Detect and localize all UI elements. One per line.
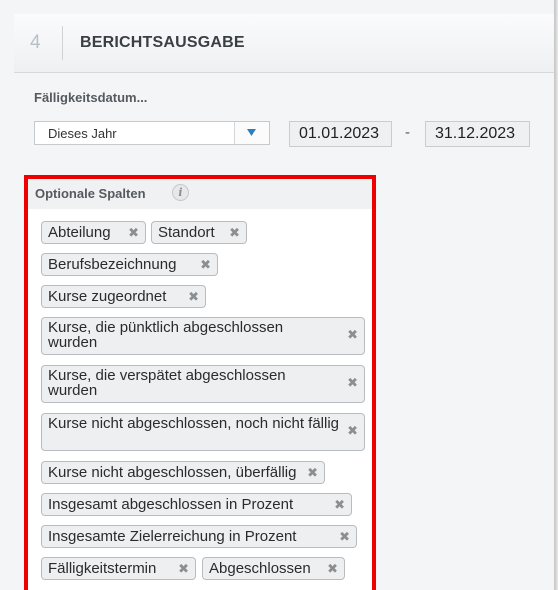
tag-label: Berufsbezeichnung bbox=[48, 256, 177, 273]
optional-columns-label: Optionale Spalten bbox=[35, 186, 146, 201]
remove-tag-icon[interactable]: ✖ bbox=[347, 375, 358, 390]
tag-label: Standort bbox=[158, 224, 215, 241]
remove-tag-icon[interactable]: ✖ bbox=[307, 462, 318, 483]
due-date-label: Fälligkeitsdatum... bbox=[34, 90, 148, 105]
column-tag: Kurse, die pünktlich abgeschlossen wurde… bbox=[41, 317, 365, 355]
tag-label: Kurse, die pünktlich abgeschlossen wurde… bbox=[48, 319, 284, 351]
report-output-panel: 4 BERICHTSAUSGABE Fälligkeitsdatum... Di… bbox=[0, 0, 555, 590]
remove-tag-icon[interactable]: ✖ bbox=[200, 254, 211, 275]
optional-columns-box: Optionale Spalten i Abteilung ✖ Standort… bbox=[24, 175, 376, 590]
header-divider bbox=[62, 26, 63, 60]
end-date-field[interactable]: 31.12.2023 bbox=[425, 121, 530, 147]
tag-label: Insgesamt abgeschlossen in Prozent bbox=[48, 496, 294, 513]
remove-tag-icon[interactable]: ✖ bbox=[334, 494, 345, 515]
column-tag: Berufsbezeichnung ✖ bbox=[41, 253, 218, 276]
section-header: 4 BERICHTSAUSGABE bbox=[14, 14, 554, 73]
column-tag: Fälligkeitstermin ✖ bbox=[41, 557, 196, 580]
tag-label: Kurse nicht abgeschlossen, überfällig bbox=[48, 464, 297, 481]
column-tag: Kurse zugeordnet ✖ bbox=[41, 285, 206, 308]
column-tag: Insgesamte Zielerreichung in Prozent ✖ bbox=[41, 525, 357, 548]
date-range-value: Dieses Jahr bbox=[48, 126, 117, 141]
start-date-field[interactable]: 01.01.2023 bbox=[289, 121, 392, 147]
column-tag: Kurse nicht abgeschlossen, noch nicht fä… bbox=[41, 413, 365, 451]
remove-tag-icon[interactable]: ✖ bbox=[339, 526, 350, 547]
column-tag: Insgesamt abgeschlossen in Prozent ✖ bbox=[41, 493, 352, 516]
column-tag: Standort ✖ bbox=[151, 221, 247, 244]
tag-label: Abteilung bbox=[48, 224, 111, 241]
remove-tag-icon[interactable]: ✖ bbox=[128, 222, 139, 243]
optional-columns-header: Optionale Spalten i bbox=[28, 179, 372, 209]
step-number: 4 bbox=[30, 32, 41, 53]
remove-tag-icon[interactable]: ✖ bbox=[178, 558, 189, 579]
tag-label: Kurse nicht abgeschlossen, noch nicht fä… bbox=[48, 415, 340, 432]
date-separator: - bbox=[405, 124, 410, 141]
tag-label: Abgeschlossen bbox=[209, 560, 311, 577]
section-title: BERICHTSAUSGABE bbox=[80, 34, 245, 51]
tag-label: Fälligkeitstermin bbox=[48, 560, 157, 577]
column-tag: Kurse, die verspätet abgeschlossen wurde… bbox=[41, 365, 365, 403]
optional-columns-tag-list[interactable]: Abteilung ✖ Standort ✖ Berufsbezeichnung… bbox=[28, 209, 372, 590]
remove-tag-icon[interactable]: ✖ bbox=[188, 286, 199, 307]
dropdown-button[interactable] bbox=[234, 122, 269, 144]
column-tag: Abteilung ✖ bbox=[41, 221, 146, 244]
triangle-down-icon bbox=[247, 129, 256, 136]
info-icon[interactable]: i bbox=[172, 184, 189, 201]
column-tag: Kurse nicht abgeschlossen, überfällig ✖ bbox=[41, 461, 325, 484]
column-tag: Abgeschlossen ✖ bbox=[202, 557, 345, 580]
date-range-select[interactable]: Dieses Jahr bbox=[34, 121, 270, 145]
remove-tag-icon[interactable]: ✖ bbox=[347, 327, 358, 342]
tag-label: Kurse zugeordnet bbox=[48, 288, 167, 305]
remove-tag-icon[interactable]: ✖ bbox=[327, 558, 338, 579]
tag-label: Insgesamte Zielerreichung in Prozent bbox=[48, 528, 297, 545]
remove-tag-icon[interactable]: ✖ bbox=[347, 423, 358, 438]
tag-label: Kurse, die verspätet abgeschlossen wurde… bbox=[48, 367, 286, 399]
remove-tag-icon[interactable]: ✖ bbox=[229, 222, 240, 243]
